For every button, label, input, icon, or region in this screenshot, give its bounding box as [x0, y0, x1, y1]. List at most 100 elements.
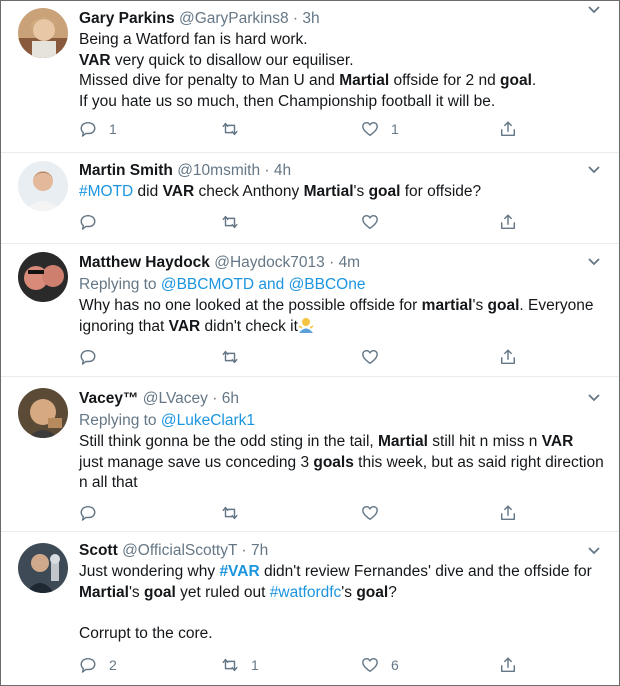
avatar[interactable]: [18, 252, 68, 302]
tweet-actions: [79, 212, 529, 232]
share-icon: [499, 348, 517, 366]
like-button[interactable]: 1: [361, 119, 399, 139]
tweet[interactable]: Martin Smith @10msmith · 4h #MOTD did VA…: [1, 153, 619, 244]
hashtag-link[interactable]: #VAR: [219, 563, 259, 580]
replying-prefix: Replying to: [79, 276, 161, 293]
retweet-button[interactable]: [221, 212, 239, 232]
replying-prefix: Replying to: [79, 412, 161, 429]
chevron-down-icon[interactable]: [587, 257, 601, 267]
tweet-text-line: [79, 603, 605, 624]
tweet[interactable]: Vacey™ @LVacey · 6h Replying to @LukeCla…: [1, 377, 619, 532]
text-segment: Being a Watford fan is hard work.: [79, 31, 308, 48]
avatar[interactable]: [18, 8, 68, 58]
highlighted-term: goal: [356, 583, 389, 601]
hashtag-link[interactable]: #MOTD: [79, 183, 133, 200]
chevron-down-icon[interactable]: [587, 165, 601, 175]
display-name[interactable]: Vacey™: [79, 390, 138, 407]
replying-to-link[interactable]: @BBCMOTD and @BBCOne: [161, 276, 366, 293]
text-segment: just manage save us conceding 3: [79, 453, 314, 471]
hashtag-link[interactable]: #watfordfc: [270, 584, 342, 601]
display-name[interactable]: Scott: [79, 542, 118, 559]
tweet-header: Matthew Haydock @Haydock7013 · 4m: [79, 253, 605, 273]
share-button[interactable]: [499, 503, 517, 523]
highlighted-term: Martial: [339, 72, 390, 89]
text-segment: yet ruled out: [175, 583, 270, 601]
reply-icon: [79, 120, 97, 138]
share-button[interactable]: [499, 119, 517, 139]
share-button[interactable]: [499, 347, 517, 367]
chevron-down-icon[interactable]: [587, 5, 601, 15]
text-segment: check Anthony: [194, 183, 304, 200]
timestamp[interactable]: 7h: [251, 542, 268, 559]
like-count: 6: [391, 657, 399, 673]
tweet[interactable]: Matthew Haydock @Haydock7013 · 4m Replyi…: [1, 244, 619, 377]
like-button[interactable]: 6: [361, 655, 399, 675]
tweet-actions: 11: [79, 119, 529, 139]
chevron-down-icon[interactable]: [587, 546, 601, 556]
retweet-icon: [221, 348, 239, 366]
tweet-text-line: Missed dive for penalty to Man U and Mar…: [79, 71, 605, 92]
tweet-text-line: Still think gonna be the odd sting in th…: [79, 432, 605, 453]
chevron-down-icon[interactable]: [587, 393, 601, 403]
text-segment: didn't check it: [200, 317, 298, 335]
text-segment: Just wondering why: [79, 563, 220, 580]
tweet-text: Still think gonna be the odd sting in th…: [79, 432, 605, 494]
share-button[interactable]: [499, 212, 517, 232]
replying-to: Replying to @BBCMOTD and @BBCOne: [79, 275, 605, 295]
user-handle[interactable]: @LVacey: [143, 390, 208, 407]
reply-count: 1: [109, 121, 117, 137]
share-button[interactable]: [499, 655, 517, 675]
text-segment: very quick to disallow our equiliser.: [110, 51, 354, 69]
retweet-button[interactable]: 1: [221, 655, 259, 675]
like-button[interactable]: [361, 212, 379, 232]
user-handle[interactable]: @Haydock7013: [214, 254, 325, 271]
like-button[interactable]: [361, 347, 379, 367]
user-handle[interactable]: @OfficialScottyT: [122, 542, 237, 559]
text-segment: Corrupt to the core.: [79, 624, 213, 642]
reply-button[interactable]: 1: [79, 119, 117, 139]
text-segment: n all that: [79, 474, 138, 491]
tweet-text-line: Being a Watford fan is hard work.: [79, 30, 605, 51]
avatar[interactable]: [18, 388, 68, 438]
like-button[interactable]: [361, 503, 379, 523]
text-segment: 's: [353, 183, 369, 200]
reply-icon: [79, 656, 97, 674]
reply-button[interactable]: [79, 503, 97, 523]
avatar[interactable]: [18, 543, 68, 593]
text-segment: offside for 2 nd: [389, 72, 501, 89]
avatar[interactable]: [18, 161, 68, 211]
display-name[interactable]: Martin Smith: [79, 162, 173, 179]
text-segment: Why has no one looked at the possible of…: [79, 297, 422, 314]
retweet-button[interactable]: [221, 503, 239, 523]
tweet-text: #MOTD did VAR check Anthony Martial's go…: [79, 182, 605, 203]
text-segment: for offside?: [400, 183, 482, 200]
share-icon: [499, 120, 517, 138]
user-handle[interactable]: @GaryParkins8: [179, 10, 289, 27]
replying-to-link[interactable]: @LukeClark1: [161, 412, 255, 429]
highlighted-term: Martial: [79, 583, 129, 601]
user-handle[interactable]: @10msmith: [177, 162, 260, 179]
reply-count: 2: [109, 657, 117, 673]
reply-button[interactable]: [79, 212, 97, 232]
tweet-actions: [79, 503, 529, 523]
reply-button[interactable]: 2: [79, 655, 117, 675]
timestamp[interactable]: 4m: [339, 254, 361, 271]
display-name[interactable]: Matthew Haydock: [79, 254, 210, 271]
highlighted-term: martial: [421, 297, 473, 314]
timestamp[interactable]: 3h: [302, 10, 319, 27]
retweet-button[interactable]: [221, 347, 239, 367]
tweet-text-line: n all that: [79, 473, 605, 494]
reply-button[interactable]: [79, 347, 97, 367]
text-segment: .: [531, 72, 537, 89]
highlighted-term: goal: [487, 297, 520, 314]
reply-icon: [79, 213, 97, 231]
retweet-count: 1: [251, 657, 259, 673]
timestamp[interactable]: 6h: [222, 390, 239, 407]
text-segment: this week, but as said right direction: [353, 453, 604, 471]
retweet-button[interactable]: [221, 119, 239, 139]
tweet[interactable]: Gary Parkins @GaryParkins8 · 3h Being a …: [1, 1, 619, 153]
tweet[interactable]: Scott @OfficialScottyT · 7h Just wonderi…: [1, 532, 619, 685]
timestamp[interactable]: 4h: [274, 162, 291, 179]
text-segment: If you hate us so much, then Championshi…: [79, 92, 496, 110]
display-name[interactable]: Gary Parkins: [79, 10, 175, 27]
